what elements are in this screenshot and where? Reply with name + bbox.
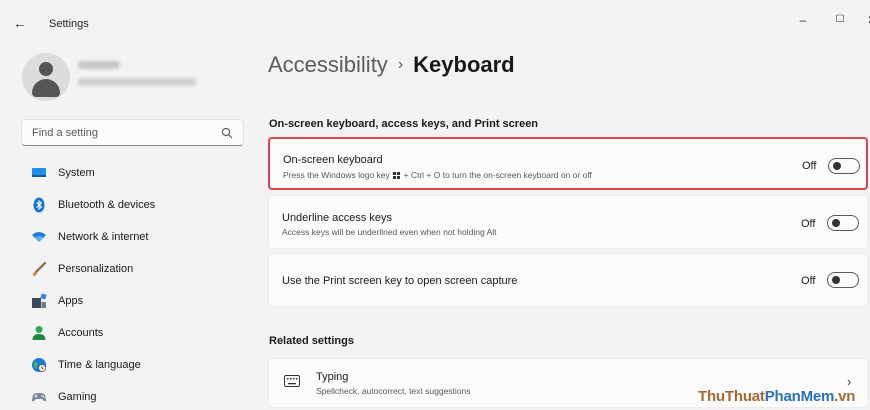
brush-icon [33,261,47,276]
sidebar-item-personalization[interactable]: Personalization [21,254,247,284]
keyboard-icon [284,375,300,387]
sidebar-item-label: Bluetooth & devices [58,199,156,211]
maximize-button[interactable]: ☐ [830,10,850,30]
back-button[interactable]: ← [10,13,30,33]
card-description: Access keys will be underlined even when… [282,227,497,237]
sidebar-item-label: Network & internet [58,231,149,243]
sidebar-item-network[interactable]: Network & internet [21,222,247,252]
title-bar: ← Settings – ☐ ✕ [0,0,870,40]
watermark-part1: ThuThuat [698,388,765,405]
toggle-knob [832,276,840,284]
sidebar-item-apps[interactable]: Apps [21,286,247,316]
sidebar-item-label: Time & language [58,359,141,371]
onscreen-keyboard-toggle[interactable] [828,158,860,174]
underline-access-keys-card[interactable]: Underline access keys Access keys will b… [268,195,868,249]
card-title: Underline access keys [282,212,393,224]
desc-text-after: + Ctrl + O to turn the on-screen keyboar… [403,170,592,180]
toggle-knob [833,162,841,170]
person-icon [32,326,46,340]
sidebar-item-label: System [58,167,95,179]
underline-access-keys-toggle[interactable] [827,215,859,231]
watermark-part2: PhanMem [764,388,835,405]
avatar-body [32,79,60,97]
close-button[interactable]: ✕ [862,10,870,30]
sidebar-item-label: Apps [58,295,84,307]
card-title: Use the Print screen key to open screen … [282,275,518,287]
bluetooth-icon [33,197,45,213]
page-title: Keyboard [413,52,515,77]
card-title: Typing [316,371,349,383]
user-name-redacted [78,61,120,69]
wifi-icon [32,232,46,242]
sidebar-item-time-language[interactable]: Time & language [21,350,247,380]
sidebar: System Bluetooth & devices Network & int… [0,40,255,410]
sidebar-item-bluetooth[interactable]: Bluetooth & devices [21,190,247,220]
search-box[interactable] [21,119,244,146]
avatar-head [39,62,53,76]
desc-text-before: Press the Windows logo key [283,170,390,180]
globe-clock-icon [32,358,46,372]
chevron-right-icon: › [847,374,852,389]
onscreen-keyboard-card[interactable]: On-screen keyboard Press the Windows log… [268,137,868,190]
watermark-logo: ThuThuatPhanMem.vn [698,388,855,405]
search-input[interactable] [32,126,221,139]
breadcrumb-parent[interactable]: Accessibility [268,52,388,78]
user-email-redacted [78,78,196,86]
toggle-state-label: Off [801,275,816,287]
card-title: On-screen keyboard [283,154,383,166]
toggle-state-label: Off [801,218,816,230]
section-header-related: Related settings [269,335,354,347]
print-screen-card[interactable]: Use the Print screen key to open screen … [268,253,868,307]
section-header-onscreen: On-screen keyboard, access keys, and Pri… [269,118,539,130]
sidebar-item-label: Accounts [58,327,104,339]
windows-logo-icon [393,172,401,179]
card-description: Spellcheck, autocorrect, text suggestion… [316,386,471,396]
toggle-knob [832,219,840,227]
toggle-state-label: Off [802,160,817,172]
gamepad-icon [32,393,46,402]
sidebar-item-label: Personalization [58,263,134,275]
search-icon[interactable] [221,127,233,139]
card-description: Press the Windows logo key + Ctrl + O to… [283,170,592,180]
avatar[interactable] [22,53,70,101]
sidebar-item-label: Gaming [58,391,97,403]
monitor-icon [32,168,46,177]
sidebar-item-gaming[interactable]: Gaming [21,382,247,410]
apps-icon [32,293,47,308]
sidebar-item-system[interactable]: System [21,158,247,188]
watermark-part3: .vn [834,388,856,405]
print-screen-toggle[interactable] [827,272,859,288]
app-title: Settings [49,18,89,30]
breadcrumb-separator: › [397,56,404,73]
minimize-button[interactable]: – [793,10,813,30]
sidebar-item-accounts[interactable]: Accounts [21,318,247,348]
breadcrumb: Accessibility › Keyboard [268,52,515,78]
